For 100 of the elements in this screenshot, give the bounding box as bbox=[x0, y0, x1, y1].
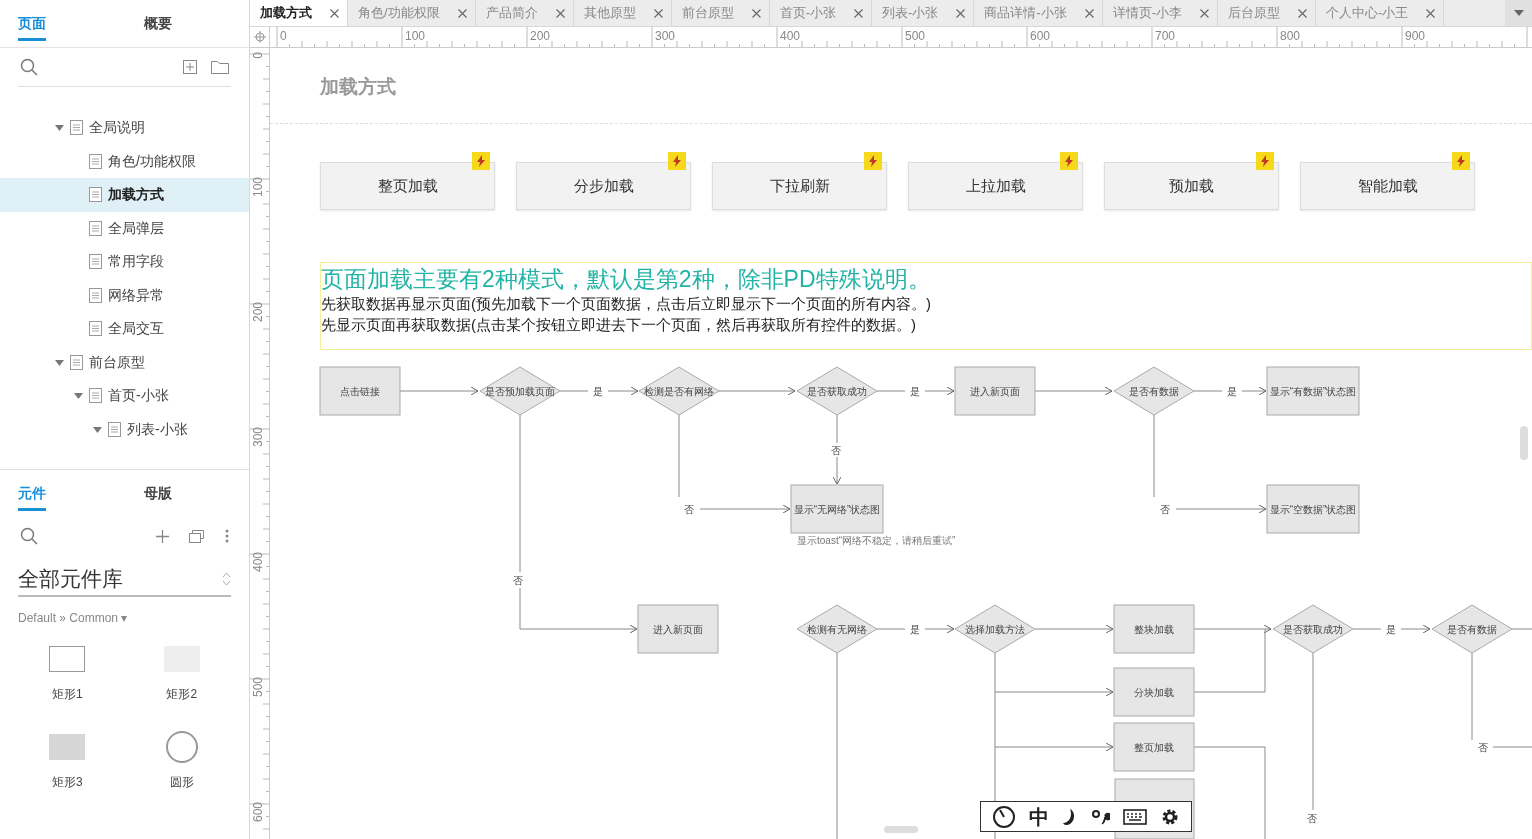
ruler-label: 200 bbox=[530, 29, 551, 43]
page-icon bbox=[89, 388, 102, 404]
branch-label: 否 bbox=[831, 444, 841, 456]
tree-item[interactable]: 常用字段 bbox=[0, 245, 249, 279]
tree-label: 加载方式 bbox=[108, 185, 164, 205]
close-icon[interactable] bbox=[1298, 8, 1307, 18]
process-box: 显示“有数据”状态图 bbox=[1266, 366, 1360, 416]
tree-item[interactable]: 加载方式 bbox=[0, 178, 249, 212]
page-icon bbox=[89, 254, 102, 270]
copy-icon[interactable] bbox=[189, 529, 205, 543]
tree-label: 全局说明 bbox=[89, 118, 145, 138]
caret-icon bbox=[1513, 10, 1524, 16]
process-box: 分块加载 bbox=[1113, 667, 1195, 717]
close-icon[interactable] bbox=[330, 8, 339, 18]
close-icon[interactable] bbox=[853, 8, 863, 18]
branch-label: 否 bbox=[1160, 503, 1170, 515]
ruler-label: 500 bbox=[251, 677, 265, 698]
close-icon[interactable] bbox=[751, 8, 761, 18]
tree-label: 网络异常 bbox=[108, 285, 164, 305]
load-mode-button[interactable]: 智能加载 bbox=[1300, 162, 1475, 210]
widget-label: 矩形1 bbox=[51, 686, 83, 703]
connector-arrow bbox=[607, 386, 639, 396]
close-icon[interactable] bbox=[1426, 8, 1436, 18]
load-mode-button[interactable]: 整页加载 bbox=[320, 162, 495, 210]
more-icon[interactable] bbox=[225, 529, 229, 543]
punctuation-icon[interactable] bbox=[1091, 808, 1110, 825]
connector-line bbox=[559, 390, 589, 392]
lightning-icon bbox=[864, 152, 882, 170]
close-icon[interactable] bbox=[653, 8, 663, 18]
expanded-caret-icon[interactable] bbox=[55, 123, 64, 133]
connector-line bbox=[836, 414, 838, 444]
document-tab[interactable]: 加载方式 bbox=[250, 0, 348, 26]
process-box: 显示“无网络”状态图 bbox=[790, 484, 884, 534]
library-dropdown[interactable]: 全部元件库 bbox=[18, 563, 231, 597]
connector-line bbox=[1511, 628, 1532, 630]
ruler-label: 0 bbox=[280, 29, 287, 43]
tree-item[interactable]: 全局说明 bbox=[0, 111, 249, 145]
load-mode-button[interactable]: 预加载 bbox=[1104, 162, 1279, 210]
ruler-label: 0 bbox=[251, 52, 265, 59]
decision-diamond: 是否获取成功 bbox=[796, 366, 878, 416]
library-filter[interactable]: Default » Common ▾ bbox=[18, 609, 231, 627]
branch-label: 否 bbox=[1307, 812, 1317, 824]
library-title: 全部元件库 bbox=[18, 566, 123, 593]
tree-item[interactable]: 全局交互 bbox=[0, 312, 249, 346]
page-icon bbox=[89, 321, 102, 337]
close-icon[interactable] bbox=[457, 8, 467, 18]
tree-item[interactable]: 首页-小张 bbox=[0, 379, 249, 413]
expanded-caret-icon[interactable] bbox=[93, 424, 102, 434]
close-icon[interactable] bbox=[1084, 8, 1094, 18]
search-icon[interactable] bbox=[20, 527, 38, 545]
branch-label: 是 bbox=[910, 385, 920, 397]
page-icon bbox=[108, 421, 121, 437]
decision-diamond: 选择加载方法 bbox=[954, 604, 1036, 654]
folder-icon[interactable] bbox=[211, 60, 229, 74]
panel-tab[interactable]: 元件 bbox=[0, 470, 124, 517]
ruler-label: 800 bbox=[1280, 29, 1301, 43]
search-icon[interactable] bbox=[20, 58, 38, 76]
load-mode-button[interactable]: 上拉加载 bbox=[908, 162, 1083, 210]
branch-label: 否 bbox=[684, 503, 694, 515]
connector-arrow bbox=[924, 624, 955, 634]
tab-list-dropdown[interactable] bbox=[1505, 0, 1532, 26]
widget-label: 矩形3 bbox=[51, 774, 83, 791]
ruler-label: 600 bbox=[251, 802, 265, 823]
connector-line bbox=[1492, 746, 1532, 748]
load-mode-button[interactable]: 分步加载 bbox=[516, 162, 691, 210]
tree-label: 列表-小张 bbox=[127, 419, 188, 439]
widget-label: 矩形2 bbox=[166, 686, 198, 703]
tree-label: 前台原型 bbox=[89, 352, 145, 372]
decision-diamond: 是否预加载页面 bbox=[479, 366, 561, 416]
add-icon[interactable] bbox=[156, 529, 169, 543]
tree-item[interactable]: 前台原型 bbox=[0, 345, 249, 379]
add-page-icon[interactable] bbox=[183, 60, 197, 74]
process-box: 点击链接 bbox=[319, 366, 401, 416]
close-icon[interactable] bbox=[956, 8, 966, 18]
scrollbar-thumb[interactable] bbox=[884, 826, 918, 833]
gauge-icon[interactable] bbox=[991, 804, 1016, 829]
tree-item[interactable]: 列表-小张 bbox=[0, 412, 249, 446]
scrollbar-thumb[interactable] bbox=[1520, 426, 1528, 460]
branch-label: 是 bbox=[1227, 385, 1237, 397]
panel-tab[interactable]: 概要 bbox=[123, 0, 249, 47]
tree-item[interactable]: 网络异常 bbox=[0, 278, 249, 312]
close-icon[interactable] bbox=[555, 8, 565, 18]
close-icon[interactable] bbox=[1200, 8, 1209, 18]
keyboard-icon[interactable] bbox=[1122, 808, 1147, 825]
note-line: 先显示页面再获取数据(点击某个按钮立即进去下一个页面，然后再获取所有控件的数据。) bbox=[321, 315, 917, 335]
tree-item[interactable]: 角色/功能权限 bbox=[0, 144, 249, 178]
tree-item[interactable]: 全局弹层 bbox=[0, 211, 249, 245]
panel-tab[interactable]: 页面 bbox=[0, 0, 124, 47]
expanded-caret-icon[interactable] bbox=[55, 357, 64, 367]
decision-diamond: 检测是否有网络 bbox=[638, 366, 720, 416]
process-box: 进入新页面 bbox=[637, 604, 719, 654]
decision-diamond: 是否有数据 bbox=[1113, 366, 1195, 416]
connector-line bbox=[1193, 390, 1223, 392]
expanded-caret-icon[interactable] bbox=[74, 391, 83, 401]
rectangle-shape[interactable] bbox=[49, 646, 86, 672]
input-mode-toggle[interactable]: 中 bbox=[1029, 801, 1049, 832]
panel-tab[interactable]: 母版 bbox=[123, 470, 249, 517]
load-mode-button[interactable]: 下拉刷新 bbox=[712, 162, 887, 210]
ruler-label: 700 bbox=[1155, 29, 1176, 43]
connector-line bbox=[876, 390, 906, 392]
